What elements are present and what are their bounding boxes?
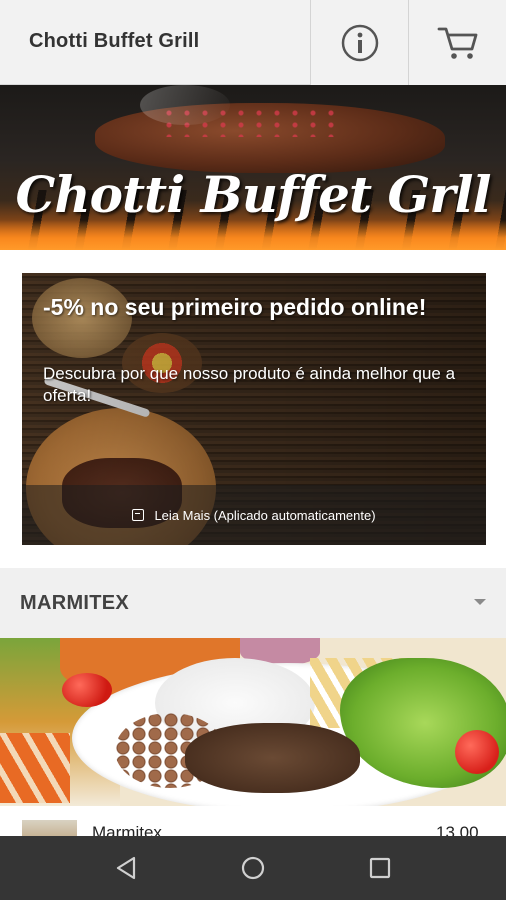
smoke — [140, 85, 230, 125]
hero-banner: Chotti Buffet Grll — [0, 85, 506, 250]
dropdown-arrow-icon — [474, 599, 486, 605]
recents-square-icon — [369, 857, 391, 879]
home-button[interactable] — [213, 836, 293, 900]
back-button[interactable] — [86, 836, 166, 900]
menu-item-thumbnail — [22, 820, 77, 836]
banner-tomato — [455, 730, 499, 774]
menu-item[interactable]: Marmitex 13,00 — [0, 806, 506, 836]
menu-item-price: 13,00 — [436, 823, 479, 836]
back-triangle-icon — [116, 856, 136, 880]
info-icon — [341, 24, 378, 61]
banner-carrot — [0, 733, 70, 803]
category-title: MARMITEX — [20, 592, 130, 614]
shopping-cart-icon — [437, 27, 477, 59]
document-icon — [132, 509, 145, 521]
hero-logo-text: Chotti Buffet Grll — [15, 165, 491, 224]
promo-heading: -5% no seu primeiro pedido online! — [43, 294, 427, 320]
category-header-marmitex[interactable]: MARMITEX — [0, 568, 506, 638]
recents-button[interactable] — [340, 836, 420, 900]
promo-subtitle: Descubra por que nosso produto é ainda m… — [43, 364, 456, 405]
cart-button[interactable] — [408, 0, 506, 85]
banner-meat — [185, 723, 360, 793]
banner-tomato-left — [62, 673, 112, 707]
promo-card[interactable]: -5% no seu primeiro pedido online! Descu… — [22, 273, 486, 545]
grill-glow — [0, 220, 506, 250]
system-nav-bar — [0, 836, 506, 900]
menu-item-name: Marmitex — [92, 823, 162, 836]
promo-read-more-link[interactable]: Leia Mais (Aplicado automaticamente) — [22, 485, 486, 545]
app-bar: Chotti Buffet Grill — [0, 0, 506, 85]
promo-read-more-label: Leia Mais (Aplicado automaticamente) — [154, 507, 376, 523]
app-title: Chotti Buffet Grill — [29, 30, 200, 52]
info-button[interactable] — [310, 0, 408, 85]
home-circle-icon — [241, 856, 265, 880]
category-banner-image — [0, 638, 506, 806]
